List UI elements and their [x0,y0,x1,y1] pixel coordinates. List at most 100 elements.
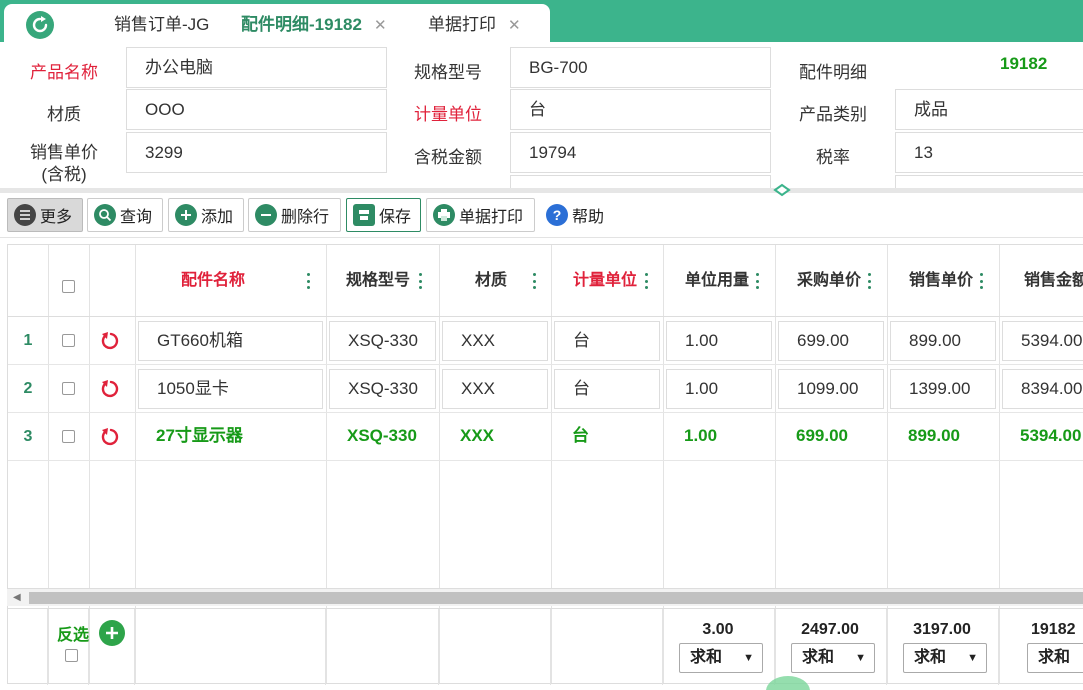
cell-usage[interactable]: 1.00 [666,321,772,361]
add-button[interactable]: 添加 [168,198,244,232]
cell-unit[interactable]: 台 [554,417,660,457]
tax-amount-field[interactable]: 19794 [510,132,771,173]
row-checkbox[interactable] [62,334,75,347]
product-name-field[interactable]: 办公电脑 [126,47,387,88]
close-icon[interactable]: ✕ [374,17,387,34]
header-spec[interactable]: 规格型号 [338,245,418,317]
cell-unit[interactable]: 台 [554,369,660,409]
close-icon[interactable]: ✕ [508,17,521,34]
cell-material[interactable]: XXX [442,369,548,409]
cell-spec[interactable]: XSQ-330 [329,369,436,409]
cell-spec[interactable]: XSQ-330 [329,321,436,361]
cell-sale-price[interactable]: 899.00 [890,417,996,457]
agg-select-purchase[interactable]: 求和 ▼ [791,643,875,673]
header-material[interactable]: 材质 [453,245,529,317]
cell-sale-price[interactable]: 899.00 [890,321,996,361]
column-menu-icon[interactable] [533,273,537,289]
agg-select-usage[interactable]: 求和 ▼ [679,643,763,673]
column-menu-icon[interactable] [980,273,984,289]
column-menu-icon[interactable] [307,273,311,289]
column-menu-icon[interactable] [868,273,872,289]
print-button[interactable]: 单据打印 [426,198,535,232]
grid-header: 配件名称 规格型号 材质 计量单位 单位用量 采购单价 销售单价 销售金额 [8,245,1083,317]
add-row-icon[interactable] [99,620,125,646]
column-menu-icon[interactable] [756,273,760,289]
query-label: 查询 [120,209,153,226]
cell-purchase-price[interactable]: 699.00 [778,417,884,457]
header-part-name[interactable]: 配件名称 [148,245,278,317]
caret-down-icon: ▼ [743,652,754,664]
panel-splitter[interactable] [0,188,1083,193]
header-unit[interactable]: 计量单位 [568,245,642,317]
price-field[interactable]: 3299 [126,132,387,173]
cell-purchase-price[interactable]: 1099.00 [778,369,884,409]
cell-part-name[interactable]: 1050显卡 [138,369,323,409]
agg-select-sale[interactable]: 求和 ▼ [903,643,987,673]
tab-sales-order[interactable]: 销售订单-JG [114,10,209,40]
cell-material[interactable]: XXX [442,417,548,457]
search-icon [94,204,116,226]
price-label-line1: 销售单价 [30,143,98,162]
help-button[interactable]: ? 帮助 [540,198,620,232]
scrollbar-thumb[interactable] [29,592,1083,604]
column-divider [47,609,48,685]
reverse-select-label[interactable]: 反选 [57,621,89,645]
printer-icon [433,204,455,226]
cell-material[interactable]: XXX [442,321,548,361]
save-icon [353,204,375,226]
cell-sale-amount[interactable]: 5394.00 [1002,417,1083,457]
cell-usage[interactable]: 1.00 [666,369,772,409]
cell-spec[interactable]: XSQ-330 [329,417,436,457]
table-row[interactable]: 2 1050显卡 XSQ-330 XXX 台 1.00 1099.00 1399… [8,365,1083,413]
select-all-checkbox[interactable] [62,280,75,293]
column-menu-icon[interactable] [419,273,423,289]
scroll-left-icon[interactable]: ◀ [13,592,21,603]
top-bar: 销售订单-JG 配件明细-19182 ✕ 单据打印 ✕ [0,0,1083,46]
undo-icon[interactable] [100,330,122,352]
reverse-select-checkbox[interactable] [65,649,78,662]
row-number: 2 [23,380,33,397]
plus-icon [175,204,197,226]
column-menu-icon[interactable] [645,273,649,289]
price-label-line2: (含税) [41,165,87,184]
tab-parts-detail[interactable]: 配件明细-19182 ✕ [241,10,387,40]
header-purchase-price[interactable]: 采购单价 [792,245,866,317]
delete-row-button[interactable]: 删除行 [248,198,341,232]
header-usage[interactable]: 单位用量 [680,245,754,317]
query-button[interactable]: 查询 [87,198,163,232]
hidden-row-field[interactable] [510,175,771,189]
category-field[interactable]: 成品 [895,89,1083,130]
cell-sale-amount[interactable]: 5394.00 [1002,321,1083,361]
tab-print[interactable]: 单据打印 ✕ [428,10,521,40]
spec-field[interactable]: BG-700 [510,47,771,88]
tab-label: 销售订单-JG [114,15,210,34]
spec-label: 规格型号 [414,63,482,82]
undo-icon[interactable] [100,378,122,400]
cell-usage[interactable]: 1.00 [666,417,772,457]
cell-part-name[interactable]: GT660机箱 [138,321,323,361]
cell-purchase-price[interactable]: 699.00 [778,321,884,361]
save-label: 保存 [379,209,412,226]
cell-unit[interactable]: 台 [554,321,660,361]
row-number: 3 [23,428,33,445]
table-row[interactable]: 1 GT660机箱 XSQ-330 XXX 台 1.00 699.00 899.… [8,317,1083,365]
undo-icon[interactable] [100,426,122,448]
refresh-icon[interactable] [26,11,54,39]
header-sale-amount[interactable]: 销售金额 [1024,245,1083,317]
row-checkbox[interactable] [62,382,75,395]
delete-row-label: 删除行 [281,209,330,226]
material-field[interactable]: OOO [126,89,387,130]
header-sale-price[interactable]: 销售单价 [904,245,978,317]
row-checkbox[interactable] [62,430,75,443]
table-row-selected[interactable]: 3 27寸显示器 XSQ-330 XXX 台 1.00 699.00 899.0… [8,413,1083,461]
hidden-row-field[interactable] [895,175,1083,189]
tax-rate-field[interactable]: 13 [895,132,1083,173]
cell-sale-price[interactable]: 1399.00 [890,369,996,409]
cell-part-name[interactable]: 27寸显示器 [138,417,323,457]
save-button[interactable]: 保存 [346,198,421,232]
unit-field[interactable]: 台 [510,89,771,130]
horizontal-scrollbar[interactable]: ◀ [7,588,1083,606]
cell-sale-amount[interactable]: 8394.00 [1002,369,1083,409]
agg-select-amount[interactable]: 求和 [1027,643,1083,673]
more-button[interactable]: 更多 [7,198,83,232]
